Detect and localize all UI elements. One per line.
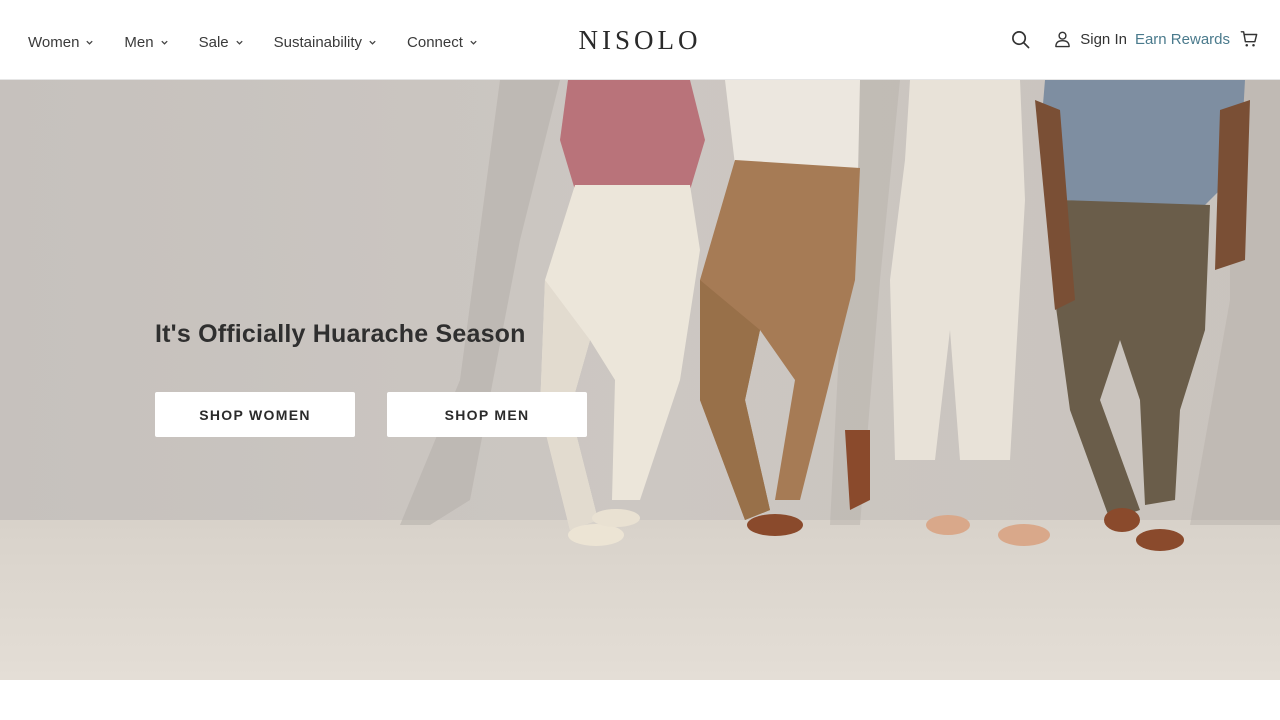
nav-item-sustainability[interactable]: Sustainability [274,34,377,51]
nav-item-label: Men [124,33,154,51]
cart-icon [1240,31,1258,47]
chevron-down-icon [235,40,243,45]
sign-in-label: Sign In [1080,30,1127,48]
site-logo[interactable]: NISOLO [577,25,703,55]
nav-item-men[interactable]: Men [124,34,168,51]
main-nav: Women Men Sale Sustainability Connect [28,30,508,54]
nav-item-label: Sustainability [273,33,363,51]
hero-banner: It's Officially Huarache Season SHOP WOM… [0,80,1280,680]
account-nav: Sign In Earn Rewards [1011,27,1258,51]
nav-item-label: Sale [198,33,229,51]
chevron-down-icon [470,40,477,45]
search-icon [1012,30,1030,48]
nav-item-label: Connect [407,33,463,51]
search-button[interactable] [1011,30,1030,49]
earn-rewards-link[interactable]: Earn Rewards [1135,31,1230,48]
site-header: Women Men Sale Sustainability Connect NI… [0,0,1280,80]
nav-item-connect[interactable]: Connect [407,34,478,51]
hero-title: It's Officially Huarache Season [155,320,526,348]
nav-item-label: Women [28,33,80,51]
nav-item-sale[interactable]: Sale [199,34,244,51]
shop-men-button[interactable]: SHOP MEN [387,392,587,437]
shop-women-button[interactable]: SHOP WOMEN [155,392,355,437]
chevron-down-icon [369,40,376,45]
sign-in-link[interactable]: Sign In [1054,30,1127,48]
chevron-down-icon [160,40,168,45]
user-icon [1055,31,1071,48]
chevron-down-icon [86,40,94,45]
hero-photo [0,80,1280,680]
nav-item-women[interactable]: Women [28,34,94,51]
cart-button[interactable] [1240,30,1258,48]
